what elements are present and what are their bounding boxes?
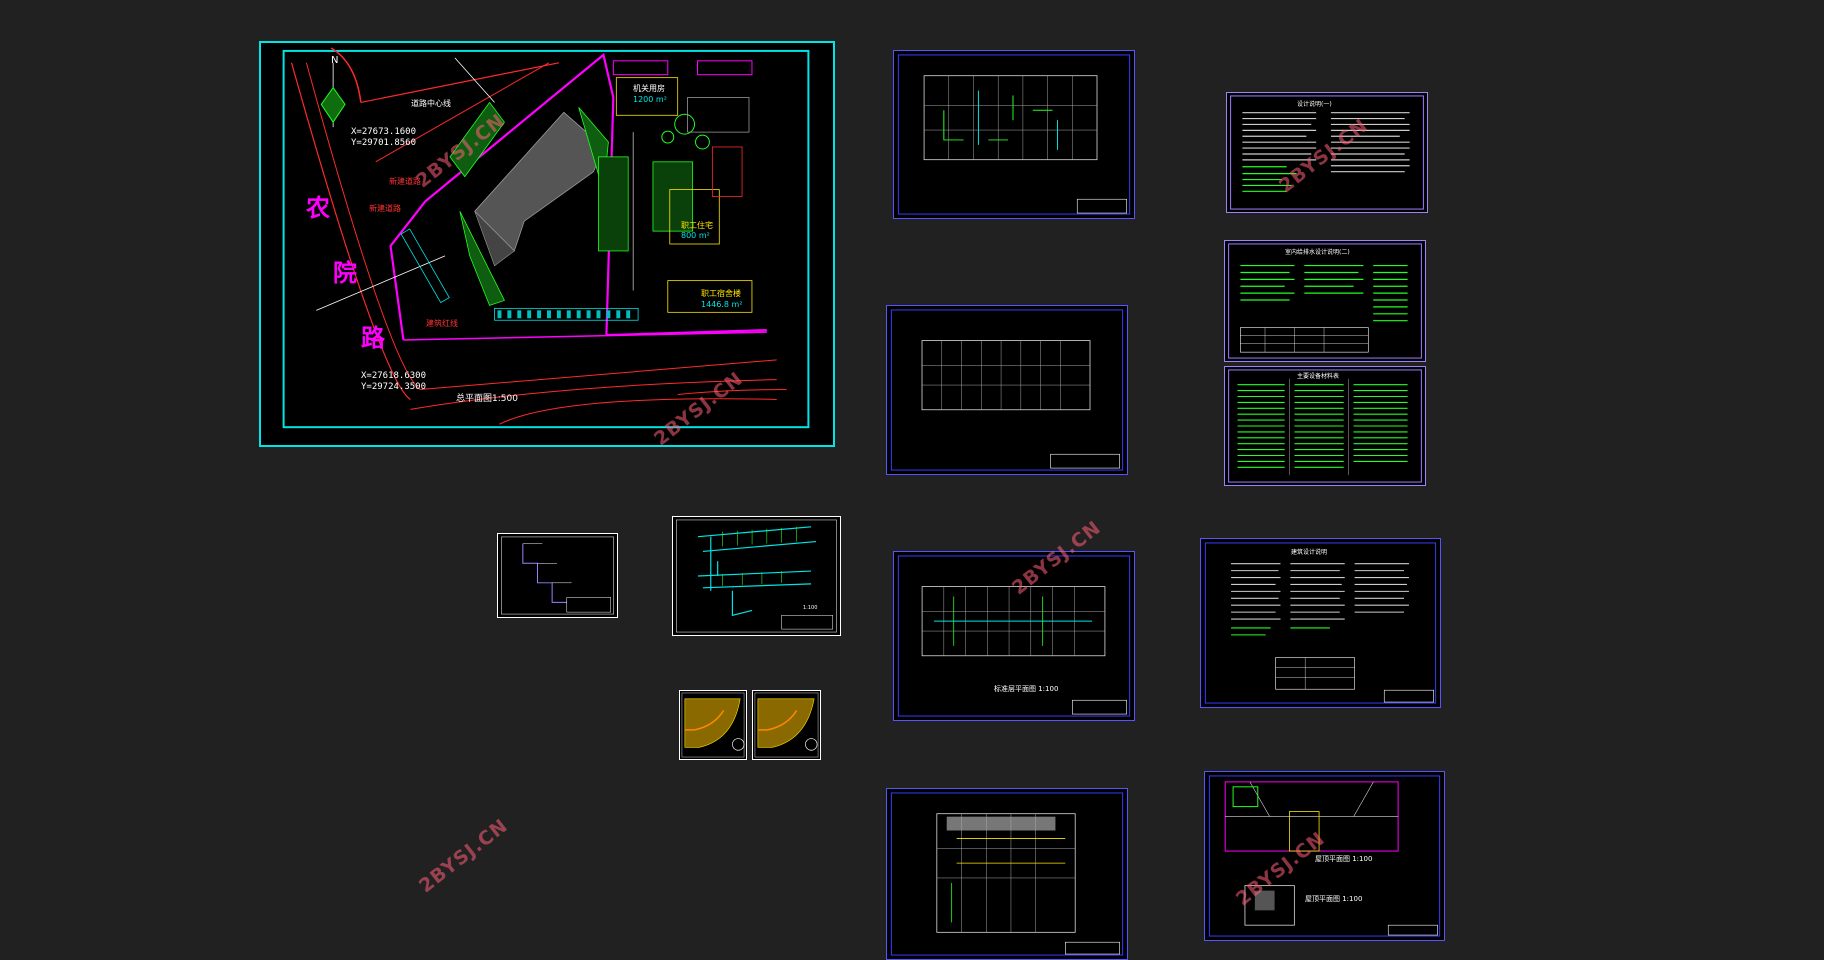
site-plan-drawing <box>282 47 810 429</box>
notes-sheet-2[interactable]: 室内给排水设计说明(二) <box>1224 240 1426 362</box>
building-main-name: 职工宿舍楼 <box>701 289 741 298</box>
design-notes-drawing <box>1204 542 1437 704</box>
road-char-3: 路 <box>361 324 385 352</box>
floor-plan-sheet-2[interactable] <box>886 305 1128 475</box>
detail-drawing-2 <box>754 692 819 758</box>
notes-drawing-1 <box>1230 95 1424 210</box>
notes-title-2: 室内给排水设计说明(二) <box>1285 249 1350 256</box>
materials-drawing <box>1228 369 1422 483</box>
road-char-1: 农 <box>306 194 330 222</box>
floor-plan-drawing-3 <box>897 555 1131 717</box>
roof-plan-sheet[interactable]: 屋顶平面图 1:100 屋顶平面图 1:100 <box>1204 771 1445 941</box>
floor-plan-sheet-1[interactable] <box>893 50 1135 219</box>
road-label-4: 道路中心线 <box>411 99 451 108</box>
road-label-1: 新建道路 <box>389 177 421 186</box>
watermark-5: 2BYSJ.CN <box>415 814 513 898</box>
site-plan-sheet[interactable]: N 农 院 路 X=27673.1600 Y=29701.8560 X=2761… <box>259 41 835 447</box>
north-label: N <box>331 55 339 66</box>
materials-title: 主要设备材料表 <box>1297 373 1340 380</box>
building-main-area: 1446.8 m² <box>701 300 743 309</box>
coord-bottom-y: Y=29724.3500 <box>361 382 427 392</box>
materials-sheet[interactable]: 主要设备材料表 <box>1224 366 1426 486</box>
iso-scale: 1:100 <box>803 605 818 611</box>
detail-sheet-2[interactable] <box>752 690 821 760</box>
site-plan-title: 总平面图1:500 <box>456 394 518 404</box>
isometric-drawing <box>676 519 837 633</box>
system-diagram-drawing <box>501 536 614 615</box>
coord-top-y: Y=29701.8560 <box>351 138 417 148</box>
building-right-area: 800 m² <box>681 231 710 240</box>
notes-sheet-1[interactable]: 设计说明(一) <box>1226 92 1428 213</box>
building-right-name: 职工住宅 <box>681 221 713 230</box>
isometric-sheet[interactable]: 1:100 <box>672 516 841 636</box>
building-top-area: 1200 m² <box>633 95 667 104</box>
roof-label-1: 屋顶平面图 1:100 <box>1315 855 1373 863</box>
coord-top-x: X=27673.1600 <box>351 127 417 137</box>
design-notes-sheet[interactable]: 建筑设计说明 <box>1200 538 1441 708</box>
floor-plan-drawing-4 <box>890 792 1124 956</box>
floor-plan-label: 标准层平面图 1:100 <box>994 685 1059 693</box>
floor-plan-drawing-2 <box>890 309 1124 471</box>
design-notes-title: 建筑设计说明 <box>1291 549 1328 556</box>
detail-drawing-1 <box>681 692 745 758</box>
road-char-2: 院 <box>333 259 357 287</box>
building-top-name: 机关用房 <box>633 84 665 93</box>
notes-drawing-2 <box>1228 243 1422 359</box>
floor-plan-sheet-3[interactable]: 标准层平面图 1:100 <box>893 551 1135 721</box>
system-diagram-sheet[interactable] <box>497 533 618 618</box>
floor-plan-drawing-1 <box>897 54 1131 215</box>
road-label-3: 建筑红线 <box>426 319 458 328</box>
coord-bottom-x: X=27618.6300 <box>361 371 427 381</box>
road-label-2: 新建道路 <box>369 204 401 213</box>
roof-label-2: 屋顶平面图 1:100 <box>1305 895 1363 903</box>
notes-title-1: 设计说明(一) <box>1297 101 1332 108</box>
detail-sheet-1[interactable] <box>679 690 747 760</box>
floor-plan-sheet-4[interactable] <box>886 788 1128 960</box>
